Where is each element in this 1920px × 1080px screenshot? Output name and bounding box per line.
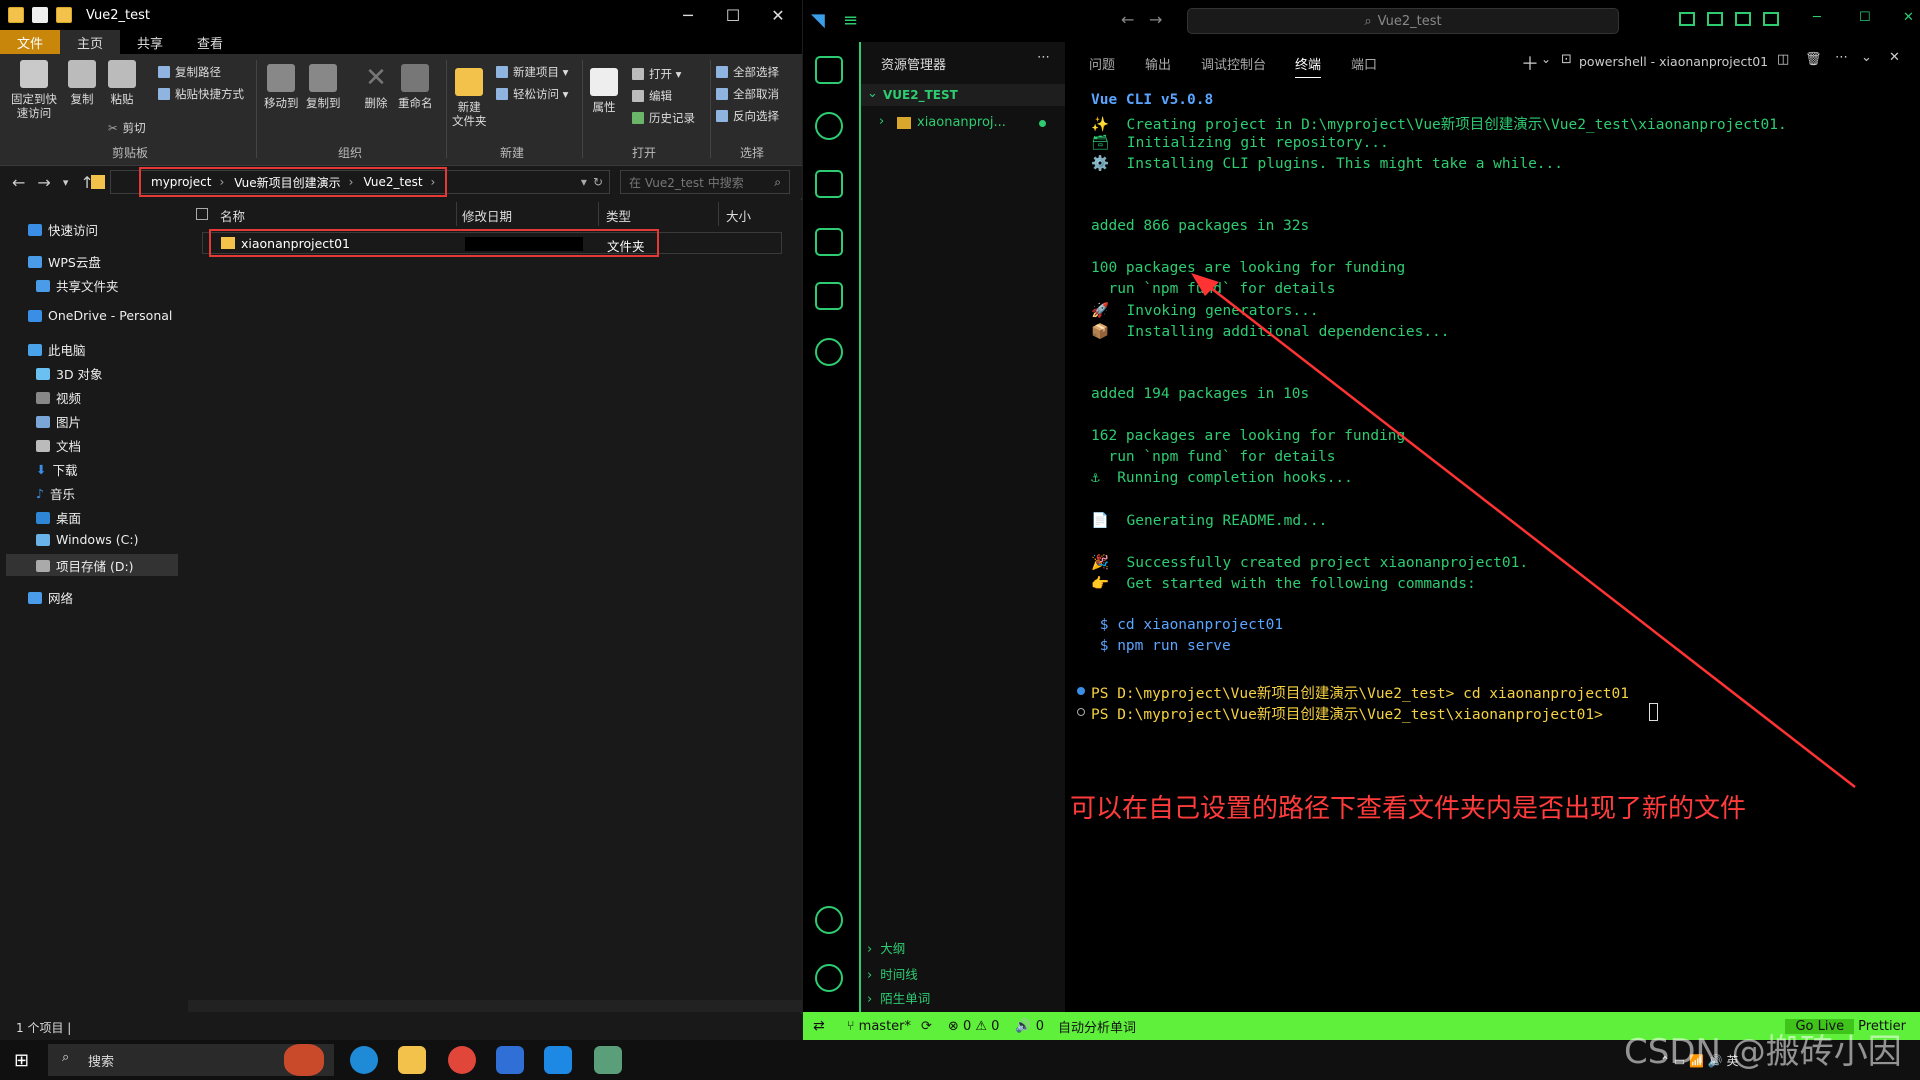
video-icon [36, 391, 50, 404]
window-title: Vue2_test [86, 7, 150, 23]
vscode-taskbar-icon[interactable] [544, 1046, 572, 1074]
search-icon: ⌕ [62, 1050, 70, 1065]
nav-item-music[interactable]: ♪ 音乐 [36, 484, 75, 503]
item-count: 1 个项目 | [16, 1020, 72, 1035]
taskbar-search[interactable]: ⌕ 搜索 [48, 1044, 334, 1076]
close-button[interactable]: ✕ [1903, 10, 1914, 25]
onedrive-cloud-icon [28, 309, 42, 322]
chrome-icon[interactable] [448, 1046, 476, 1074]
tab-home[interactable]: 主页 [60, 30, 121, 54]
drive-icon [36, 533, 50, 546]
tab-file[interactable]: 文件 [0, 30, 61, 54]
nav-item-network[interactable]: 网络 [28, 588, 73, 607]
copy-path-button[interactable]: 复制路径 [158, 64, 221, 80]
document-icon [36, 439, 50, 452]
copy-path-icon [158, 66, 170, 78]
move-icon [267, 64, 296, 92]
annotation-text: 可以在自己设置的路径下查看文件夹内是否出现了新的文件 [1070, 794, 1747, 824]
annotation-arrow [1191, 273, 1856, 788]
navigation-pane: 快速访问 WPS云盘 共享文件夹 OneDrive - Personal 此电脑… [0, 210, 182, 1020]
clipboard-group-label: 剪贴板 [112, 146, 149, 160]
copy-button[interactable]: 复制 [68, 60, 96, 106]
edge-browser-icon[interactable] [350, 1046, 378, 1074]
star-icon [28, 223, 42, 236]
share-icon [36, 279, 50, 292]
pin-quick-access-button[interactable]: 固定到快 速访问 [10, 60, 58, 120]
nav-item-downloads[interactable]: ⬇ 下载 [36, 460, 78, 479]
windows-start-icon[interactable]: ⊞ [14, 1050, 29, 1071]
pin-icon [20, 60, 48, 88]
paste-icon [108, 60, 136, 88]
paste-button[interactable]: 粘贴 [108, 60, 136, 106]
auto-analyze-words[interactable]: 自动分析单词 [1058, 1017, 1136, 1036]
network-icon [28, 591, 42, 604]
paste-shortcut-button[interactable]: 粘贴快捷方式 [158, 86, 244, 102]
notepad-icon[interactable] [594, 1046, 622, 1074]
back-arrow-icon[interactable]: ← [12, 173, 25, 192]
breadcrumb-separator: › [219, 175, 225, 189]
cut-button[interactable]: ✂ 剪切 [108, 120, 146, 136]
nav-item-documents[interactable]: 文档 [36, 436, 81, 455]
paste-shortcut-icon [158, 88, 170, 100]
nav-item-drive-d[interactable]: 项目存储 (D:) [36, 556, 134, 575]
folder-icon [8, 7, 24, 23]
scissors-icon: ✂ [108, 121, 118, 135]
tab-view[interactable]: 查看 [180, 30, 240, 54]
nav-item-wps-cloud[interactable]: WPS云盘 [28, 252, 101, 271]
nav-item-pictures[interactable]: 图片 [36, 412, 81, 431]
vscode-window: ◥ ≡ ← → ⌕ Vue2_test ─ ☐ ✕ 资源管理器 ⋯ ⌄ VUE2_… [803, 0, 1920, 1040]
folder-icon [91, 175, 105, 189]
sync-icon[interactable]: ⟳ [921, 1019, 932, 1034]
recent-chevron-icon[interactable]: ▾ [63, 176, 69, 189]
copy-icon [68, 60, 96, 88]
remote-icon[interactable]: ⇄ [813, 1018, 825, 1034]
picture-icon [36, 415, 50, 428]
move-to-button[interactable]: 移动到 [264, 64, 299, 110]
properties-quick-icon[interactable] [32, 7, 48, 23]
desktop-icon [36, 511, 50, 524]
cloud-icon [28, 255, 42, 268]
nav-item-shared-folder[interactable]: 共享文件夹 [36, 276, 119, 295]
ports-count[interactable]: 🔊 0 [1015, 1019, 1044, 1034]
forward-arrow-icon[interactable]: → [37, 173, 50, 192]
nav-item-quick-access[interactable]: 快速访问 [28, 220, 98, 239]
watermark: CSDN @搬砖小因 [1624, 1032, 1902, 1072]
branch-icon: ⑂ [846, 1018, 859, 1034]
file-explorer-icon[interactable] [398, 1046, 426, 1074]
new-folder-quick-icon[interactable] [56, 7, 72, 23]
computer-icon [28, 343, 42, 356]
tab-share[interactable]: 共享 [120, 30, 180, 54]
ribbon-separator [256, 60, 257, 158]
nav-item-videos[interactable]: 视频 [36, 388, 81, 407]
nav-item-3d-objects[interactable]: 3D 对象 [36, 364, 103, 383]
column-header-name[interactable]: 名称 [220, 206, 245, 225]
nav-item-desktop[interactable]: 桌面 [36, 508, 81, 527]
folder-icon [221, 237, 235, 249]
nav-item-onedrive[interactable]: OneDrive - Personal [28, 308, 172, 323]
nav-item-this-pc[interactable]: 此电脑 [28, 340, 86, 359]
git-branch[interactable]: ⑂ master* [847, 1019, 911, 1034]
problems-count[interactable]: ⊗ 0 ⚠ 0 [948, 1019, 1000, 1034]
cube-icon [36, 367, 50, 380]
select-all-checkbox[interactable] [196, 208, 208, 220]
feishu-icon[interactable] [496, 1046, 524, 1074]
search-highlight-icon [284, 1044, 324, 1076]
breadcrumb-item[interactable]: myproject [151, 175, 211, 189]
drive-icon [36, 559, 50, 572]
download-arrow-icon: ⬇ [36, 462, 47, 477]
music-note-icon: ♪ [36, 486, 44, 501]
nav-item-drive-c[interactable]: Windows (C:) [36, 532, 138, 547]
